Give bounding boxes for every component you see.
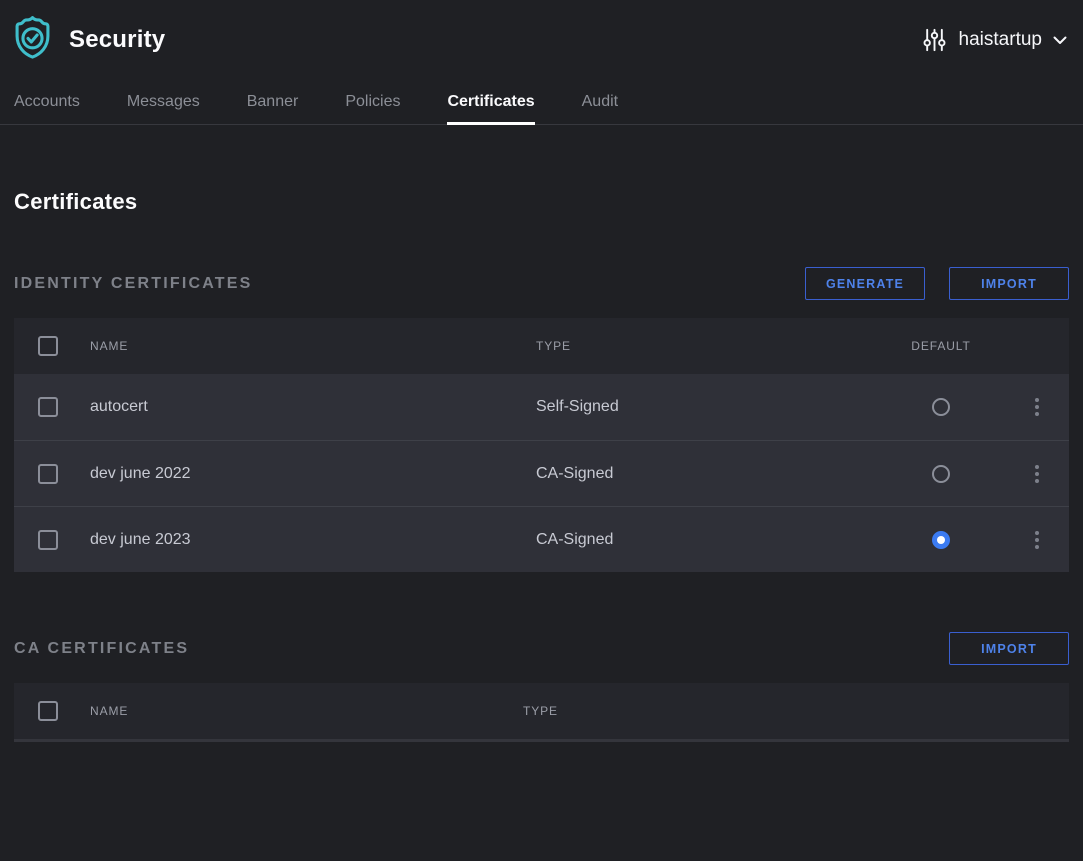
tab-policies[interactable]: Policies xyxy=(345,80,400,124)
column-header-type: TYPE xyxy=(523,704,1069,718)
default-radio[interactable] xyxy=(932,531,950,549)
ca-certificates-title: CA CERTIFICATES xyxy=(14,640,189,658)
import-identity-button[interactable]: IMPORT xyxy=(949,267,1069,300)
tab-certificates[interactable]: Certificates xyxy=(447,80,534,124)
table-row: dev june 2022 CA-Signed xyxy=(14,440,1069,506)
ca-table-header-row: NAME TYPE xyxy=(14,683,1069,739)
brand: Security xyxy=(14,15,165,65)
default-radio[interactable] xyxy=(932,398,950,416)
column-header-name: NAME xyxy=(90,704,523,718)
sliders-icon xyxy=(921,26,948,54)
cert-type: CA-Signed xyxy=(536,531,877,549)
tab-audit[interactable]: Audit xyxy=(582,80,618,124)
table-row: autocert Self-Signed xyxy=(14,374,1069,440)
org-name: haistartup xyxy=(959,29,1042,51)
row-checkbox[interactable] xyxy=(38,397,58,417)
cert-name: dev june 2022 xyxy=(90,465,536,483)
page-title: Certificates xyxy=(14,188,1069,215)
main-content: Certificates IDENTITY CERTIFICATES GENER… xyxy=(0,188,1083,742)
column-header-default: DEFAULT xyxy=(877,339,1005,353)
table-row: dev june 2023 CA-Signed xyxy=(14,506,1069,572)
import-ca-button[interactable]: IMPORT xyxy=(949,632,1069,665)
kebab-menu-icon[interactable] xyxy=(1028,461,1046,487)
row-checkbox[interactable] xyxy=(38,464,58,484)
tab-messages[interactable]: Messages xyxy=(127,80,200,124)
cert-type: Self-Signed xyxy=(536,398,877,416)
ca-certificates-section-header: CA CERTIFICATES IMPORT xyxy=(14,632,1069,665)
row-checkbox[interactable] xyxy=(38,530,58,550)
chevron-down-icon xyxy=(1053,36,1067,45)
ca-table-empty-strip xyxy=(14,739,1069,742)
shield-check-icon xyxy=(14,15,51,65)
cert-name: autocert xyxy=(90,398,536,416)
select-all-checkbox[interactable] xyxy=(38,701,58,721)
kebab-menu-icon[interactable] xyxy=(1028,394,1046,420)
tab-bar: Accounts Messages Banner Policies Certif… xyxy=(0,80,1083,125)
identity-certificates-section-header: IDENTITY CERTIFICATES GENERATE IMPORT xyxy=(14,267,1069,300)
cert-type: CA-Signed xyxy=(536,465,877,483)
kebab-menu-icon[interactable] xyxy=(1028,527,1046,553)
identity-certificates-table: NAME TYPE DEFAULT autocert Self-Signed d… xyxy=(14,318,1069,572)
select-all-checkbox[interactable] xyxy=(38,336,58,356)
top-bar: Security haistartup xyxy=(0,0,1083,80)
tab-accounts[interactable]: Accounts xyxy=(14,80,80,124)
column-header-type: TYPE xyxy=(536,339,877,353)
default-radio[interactable] xyxy=(932,465,950,483)
cert-name: dev june 2023 xyxy=(90,531,536,549)
identity-table-header-row: NAME TYPE DEFAULT xyxy=(14,318,1069,374)
generate-button[interactable]: GENERATE xyxy=(805,267,925,300)
ca-certificates-table: NAME TYPE xyxy=(14,683,1069,742)
identity-certificates-title: IDENTITY CERTIFICATES xyxy=(14,275,253,293)
identity-certificates-actions: GENERATE IMPORT xyxy=(805,267,1069,300)
app-title: Security xyxy=(69,26,165,54)
ca-certificates-actions: IMPORT xyxy=(949,632,1069,665)
org-switcher[interactable]: haistartup xyxy=(921,26,1067,54)
column-header-name: NAME xyxy=(90,339,536,353)
tab-banner[interactable]: Banner xyxy=(247,80,299,124)
